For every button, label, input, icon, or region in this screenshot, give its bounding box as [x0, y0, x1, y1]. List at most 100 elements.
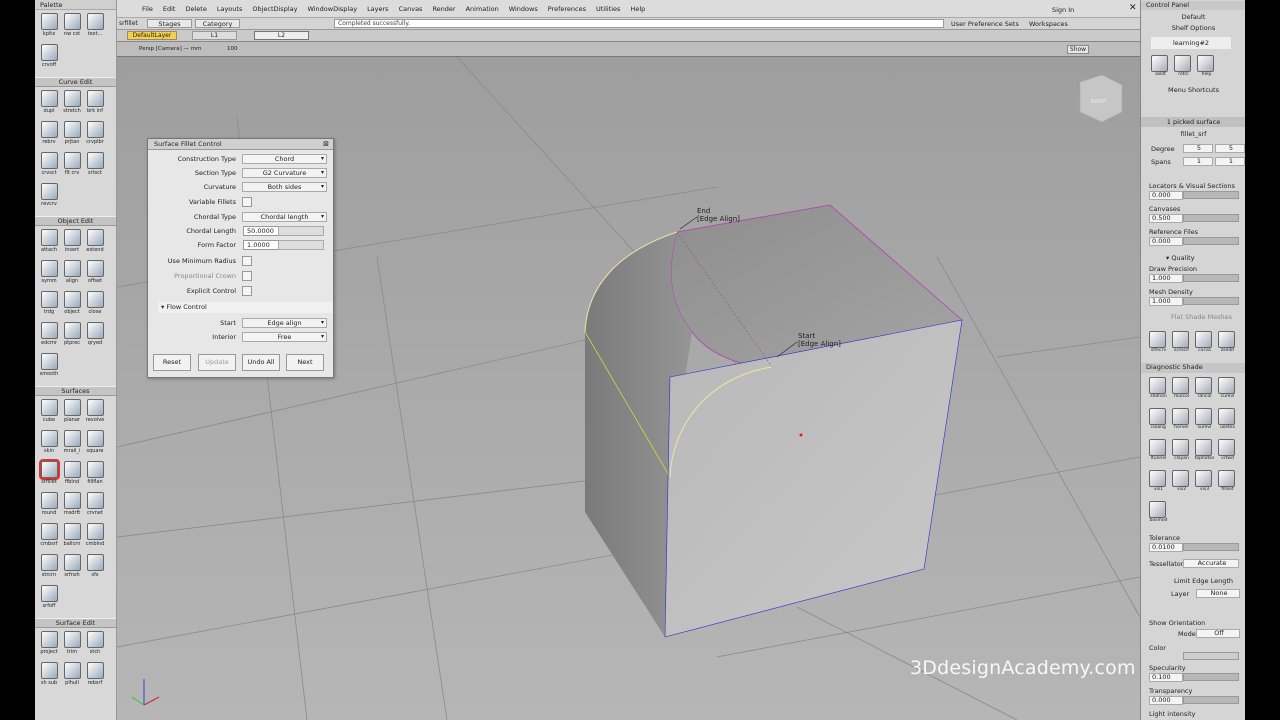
tool-srfillet[interactable]: srfillet [38, 459, 60, 490]
tool-srfnsh[interactable]: srfnsh [61, 553, 83, 583]
diag-shade-label[interactable]: Diagnostic Shade [1141, 363, 1246, 373]
tool-bosmod[interactable]: bosmod [1149, 501, 1168, 525]
locators-slider[interactable] [1183, 191, 1239, 199]
stages-tab[interactable]: Stages [147, 19, 192, 28]
tool-symm[interactable]: symm [38, 259, 60, 289]
tool-sh-sub[interactable]: sh sub [38, 661, 60, 691]
mesh-density-slider[interactable] [1183, 297, 1239, 305]
tool-brk-inf[interactable]: brk inf [84, 89, 106, 119]
menu-shortcuts[interactable]: Menu Shortcuts [1141, 86, 1246, 94]
construction-type-select[interactable]: Chord [242, 154, 327, 164]
tool-edcmr[interactable]: edcmr [38, 321, 60, 351]
tool-cube[interactable]: cube [38, 398, 60, 428]
tolerance-field[interactable]: 0.0100 [1149, 543, 1183, 552]
workspaces-menu[interactable]: Workspaces [1029, 20, 1068, 28]
tool-trim[interactable]: trim [61, 630, 83, 660]
tool-qryed[interactable]: qryed [84, 321, 106, 351]
tool-asklt[interactable]: asklt [1151, 55, 1170, 79]
menu-delete[interactable]: Delete [180, 5, 211, 13]
menu-windows[interactable]: Windows [504, 5, 543, 13]
tool-kpltx[interactable]: kpltx [38, 12, 60, 42]
tool-nw-cst[interactable]: nw cst [61, 12, 83, 42]
menu-utilities[interactable]: Utilities [591, 5, 625, 13]
tool-mulcol[interactable]: mulcol [1172, 377, 1191, 401]
tool-mrail-i[interactable]: mrail_i [61, 429, 83, 459]
tool-help[interactable]: help [1197, 55, 1216, 79]
tool-stch[interactable]: stch [84, 630, 106, 660]
spans-v-field[interactable]: 1 [1215, 157, 1245, 166]
form-factor-field[interactable]: 1.0000 [243, 240, 279, 250]
flow-control-header[interactable]: ▾ Flow Control [158, 302, 333, 313]
shelf-tab[interactable]: learning#2 [1151, 37, 1231, 49]
tool-isoang[interactable]: isoang [1149, 408, 1168, 432]
menu-animation[interactable]: Animation [461, 5, 504, 13]
tool-rebrv[interactable]: rebrv [38, 120, 60, 150]
tool-align[interactable]: align [61, 259, 83, 289]
reference-files-field[interactable]: 0.000 [1149, 237, 1183, 246]
palette-section-header[interactable]: Surface Edit [35, 618, 116, 628]
chordal-length-slider[interactable] [278, 226, 324, 236]
tool-dupl[interactable]: dupl [38, 89, 60, 119]
palette-section-header[interactable]: Curve Edit [35, 77, 116, 87]
tool-usetex[interactable]: usetex [1218, 408, 1237, 432]
tool-srtsct[interactable]: srtsct [84, 151, 106, 181]
tool-sfmcrv[interactable]: sfmcrv [1149, 331, 1168, 355]
explicit-control-checkbox[interactable] [242, 286, 252, 296]
tool-prjtan[interactable]: prjtan [61, 120, 83, 150]
tool-vis2[interactable]: vis2 [1172, 470, 1191, 494]
tool-attach[interactable]: attach [38, 228, 60, 258]
tool-cmblnd[interactable]: cmblnd [84, 522, 106, 552]
menu-layers[interactable]: Layers [362, 5, 394, 13]
picked-surface[interactable]: 1 picked surface [1141, 117, 1246, 127]
shelf-options[interactable]: Shelf Options [1141, 24, 1246, 32]
chordal-length-field[interactable]: 50.0000 [243, 226, 279, 236]
canvases-slider[interactable] [1183, 214, 1239, 222]
chordal-type-select[interactable]: Chordal length [242, 212, 327, 222]
tool-fillflan[interactable]: fillflan [84, 460, 106, 490]
tool-crvplbr[interactable]: crvplbr [84, 120, 106, 150]
canvases-field[interactable]: 0.500 [1149, 214, 1183, 223]
tool-msdrft[interactable]: msdrft [61, 491, 83, 521]
sign-in-link[interactable]: Sign In [1052, 6, 1074, 14]
next-button[interactable]: Next [286, 354, 324, 371]
color-swatch[interactable] [1183, 652, 1239, 660]
tool-ffblnd[interactable]: ffblnd [61, 460, 83, 490]
use-min-radius-checkbox[interactable] [242, 256, 252, 266]
tool-crvoff[interactable]: crvoff [38, 43, 60, 73]
tool-shdnon[interactable]: shdnon [1149, 377, 1168, 401]
tool-trdg[interactable]: trdg [38, 290, 60, 320]
view-cube-label[interactable]: RIGHT [1091, 99, 1107, 105]
curvature-select[interactable]: Both sides [242, 182, 327, 192]
tool-strcrn[interactable]: strcrn [38, 553, 60, 583]
tool-vis3[interactable]: vis3 [1195, 470, 1214, 494]
tool-ptprec[interactable]: ptprec [61, 321, 83, 351]
layer-l1-button[interactable]: L1 [192, 31, 237, 40]
tool-insert[interactable]: insert [61, 228, 83, 258]
layer-l2-button[interactable]: L2 [254, 31, 309, 40]
draw-precision-field[interactable]: 1.000 [1149, 274, 1183, 283]
interior-select[interactable]: Free [242, 332, 327, 342]
reference-files-slider[interactable] [1183, 237, 1239, 245]
menu-render[interactable]: Render [427, 5, 460, 13]
tool-crvnet[interactable]: crvnet [84, 491, 106, 521]
menu-objectdisplay[interactable]: ObjectDisplay [247, 5, 302, 13]
tool-plhull[interactable]: plhull [61, 661, 83, 691]
menu-windowdisplay[interactable]: WindowDisplay [302, 5, 362, 13]
tool-offset[interactable]: offset [84, 259, 106, 289]
menu-layouts[interactable]: Layouts [212, 5, 247, 13]
tool-crvsct[interactable]: crvsct [38, 151, 60, 181]
tool-fillset[interactable]: fillset [1218, 470, 1237, 494]
menu-help[interactable]: Help [625, 5, 650, 13]
transparency-slider[interactable] [1183, 696, 1239, 704]
menu-preferences[interactable]: Preferences [543, 5, 591, 13]
default-layer-button[interactable]: DefaultLayer [127, 31, 177, 40]
specularity-slider[interactable] [1183, 673, 1239, 681]
tessellator-select[interactable]: Accurate [1183, 559, 1239, 568]
palette-section-header[interactable]: Object Edit [35, 216, 116, 226]
tool-ltunnel[interactable]: ltunnel [1149, 439, 1168, 463]
tool-cmbsrf[interactable]: cmbsrf [38, 522, 60, 552]
tool-stretch[interactable]: stretch [61, 89, 83, 119]
start-select[interactable]: Edge align [242, 318, 327, 328]
tool-ballcrn[interactable]: ballcrn [61, 522, 83, 552]
spans-u-field[interactable]: 1 [1183, 157, 1213, 166]
